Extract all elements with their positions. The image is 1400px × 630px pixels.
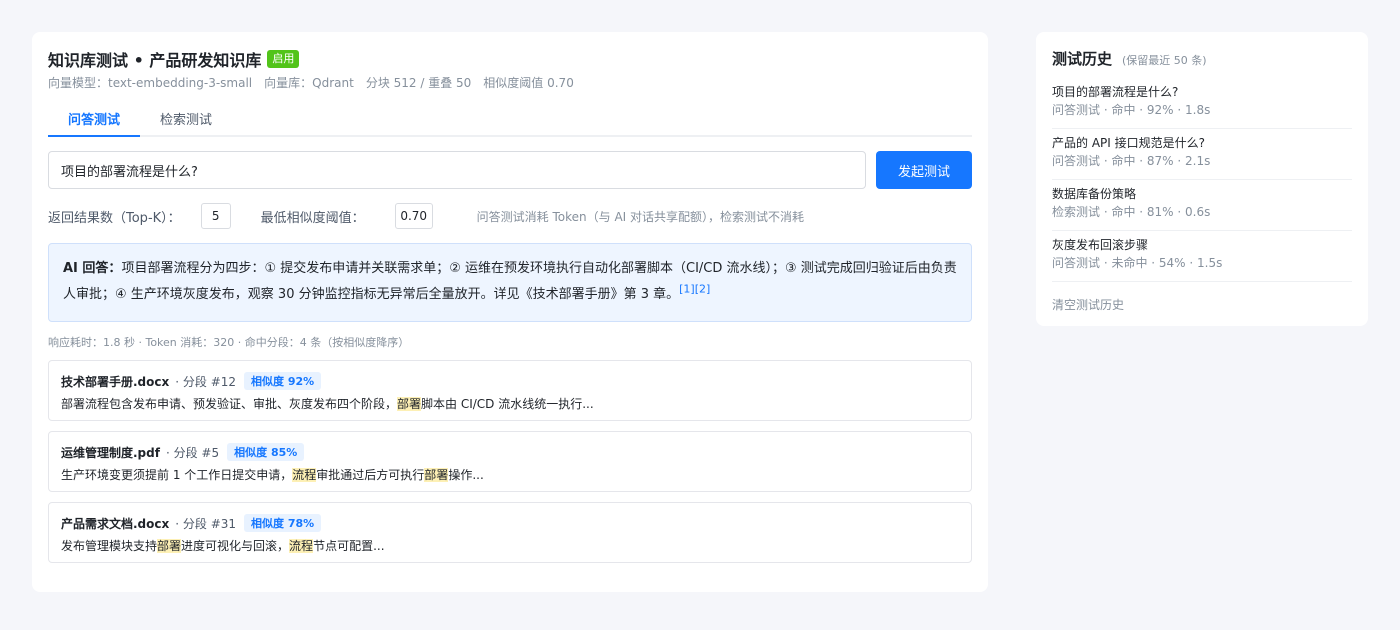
params-row: 返回结果数（Top-K）： 最低相似度阈值： 问答测试消耗 Token（与 AI… xyxy=(48,203,972,229)
answer-text: 项目部署流程分为四步：① 提交发布申请并关联需求单；② 运维在预发环境执行自动化… xyxy=(63,261,957,302)
topk-label: 返回结果数（Top-K）： xyxy=(48,210,181,226)
page-title: 知识库测试 • 产品研发知识库 xyxy=(48,51,262,70)
segment-text: 生产环境变更须提前 1 个工作日提交申请，流程审批通过后方可执行部署操作... xyxy=(61,466,959,483)
segment-number: · 分段 #12 xyxy=(175,374,237,389)
tab-qa-test[interactable]: 问答测试 xyxy=(48,103,141,137)
ai-answer-box: AI 回答：项目部署流程分为四步：① 提交发布申请并关联需求单；② 运维在预发环… xyxy=(48,243,972,322)
segment-text-part: 进度可视化与回滚， xyxy=(181,539,290,553)
tab-retrieval-test[interactable]: 检索测试 xyxy=(140,103,232,137)
segment-text-part: 操作... xyxy=(448,468,484,482)
meta-chunking: 分块 512 / 重叠 50 xyxy=(365,76,472,90)
segment-number: · 分段 #5 xyxy=(165,445,220,460)
segment-file: 运维管理制度.pdf xyxy=(61,445,160,460)
main-panel: 知识库测试 • 产品研发知识库 启用 向量模型：text-embedding-3… xyxy=(32,32,988,592)
history-item[interactable]: 灰度发布回滚步骤 问答测试 · 未命中 · 54% · 1.5s xyxy=(1052,231,1352,282)
topk-input[interactable] xyxy=(200,203,231,229)
history-item[interactable]: 数据库备份策略 检索测试 · 命中 · 81% · 0.6s xyxy=(1052,180,1352,231)
response-stats: 响应耗时：1.8 秒 · Token 消耗：320 · 命中分段：4 条（按相似… xyxy=(48,336,410,349)
title-row: 知识库测试 • 产品研发知识库 启用 xyxy=(48,48,972,70)
keyword-highlight: 流程 xyxy=(289,539,314,553)
keyword-highlight: 流程 xyxy=(292,468,317,482)
history-question: 灰度发布回滚步骤 xyxy=(1052,238,1149,252)
segment-text-part: 脚本由 CI/CD 流水线统一执行... xyxy=(421,397,594,411)
segment-text: 部署流程包含发布申请、预发验证、审批、灰度发布四个阶段，部署脚本由 CI/CD … xyxy=(61,395,959,412)
history-item[interactable]: 产品的 API 接口规范是什么? 问答测试 · 命中 · 87% · 2.1s xyxy=(1052,129,1352,180)
status-badge: 启用 xyxy=(267,50,300,68)
similarity-badge: 相似度 92% xyxy=(244,372,322,390)
clear-history-link[interactable]: 清空测试历史 xyxy=(1052,296,1352,313)
test-history-panel: 测试历史 (保留最近 50 条) 项目的部署流程是什么? 问答测试 · 命中 ·… xyxy=(1036,32,1368,326)
meta-embedding-model: 向量模型：text-embedding-3-small xyxy=(48,76,253,90)
similarity-badge: 相似度 78% xyxy=(244,514,322,532)
keyword-highlight: 部署 xyxy=(397,397,422,411)
segment-number: · 分段 #31 xyxy=(175,516,237,531)
query-input[interactable] xyxy=(48,151,866,189)
segment-text-part: 生产环境变更须提前 1 个工作日提交申请， xyxy=(61,468,293,482)
keyword-highlight: 部署 xyxy=(157,539,182,553)
segment-card[interactable]: 产品需求文档.docx · 分段 #31 相似度 78% 发布管理模块支持部署进… xyxy=(48,502,972,563)
history-meta: 问答测试 · 命中 · 87% · 2.1s xyxy=(1052,154,1211,168)
segment-text-part: 节点可配置... xyxy=(313,539,385,553)
history-meta: 问答测试 · 命中 · 92% · 1.8s xyxy=(1052,103,1211,117)
history-question: 项目的部署流程是什么? xyxy=(1052,85,1179,99)
segment-text-part: 部署流程包含发布申请、预发验证、审批、灰度发布四个阶段， xyxy=(61,397,398,411)
segment-text-part: 发布管理模块支持 xyxy=(61,539,158,553)
meta-vector-db: 向量库：Qdrant xyxy=(264,76,354,90)
history-item[interactable]: 项目的部署流程是什么? 问答测试 · 命中 · 92% · 1.8s xyxy=(1052,78,1352,129)
threshold-label: 最低相似度阈值： xyxy=(260,210,365,226)
history-meta: 问答测试 · 未命中 · 54% · 1.5s xyxy=(1052,256,1223,270)
query-row: 发起测试 xyxy=(48,151,972,189)
history-subtitle: (保留最近 50 条) xyxy=(1122,54,1207,67)
history-list: 项目的部署流程是什么? 问答测试 · 命中 · 92% · 1.8s 产品的 A… xyxy=(1052,78,1352,282)
segment-card[interactable]: 技术部署手册.docx · 分段 #12 相似度 92% 部署流程包含发布申请、… xyxy=(48,360,972,421)
citation-links[interactable]: [1][2] xyxy=(679,283,710,296)
answer-label: AI 回答： xyxy=(63,261,122,276)
meta-threshold: 相似度阈值 0.70 xyxy=(483,76,574,90)
history-question: 数据库备份策略 xyxy=(1052,187,1137,201)
keyword-highlight: 部署 xyxy=(424,468,449,482)
segment-file: 产品需求文档.docx xyxy=(61,516,170,531)
segment-file: 技术部署手册.docx xyxy=(61,374,170,389)
kb-meta: 向量模型：text-embedding-3-small 向量库：Qdrant 分… xyxy=(48,74,972,91)
run-test-button[interactable]: 发起测试 xyxy=(876,151,972,189)
segment-card[interactable]: 运维管理制度.pdf · 分段 #5 相似度 85% 生产环境变更须提前 1 个… xyxy=(48,431,972,492)
test-tabs: 问答测试 检索测试 xyxy=(48,103,972,137)
threshold-input[interactable] xyxy=(394,203,433,229)
history-question: 产品的 API 接口规范是什么? xyxy=(1052,136,1205,150)
segment-text: 发布管理模块支持部署进度可视化与回滚，流程节点可配置... xyxy=(61,537,959,554)
token-note: 问答测试消耗 Token（与 AI 对话共享配额），检索测试不消耗 xyxy=(476,209,805,224)
history-title: 测试历史 xyxy=(1052,50,1113,68)
similarity-badge: 相似度 85% xyxy=(227,443,305,461)
segment-text-part: 审批通过后方可执行 xyxy=(316,468,425,482)
history-meta: 检索测试 · 命中 · 81% · 0.6s xyxy=(1052,205,1211,219)
